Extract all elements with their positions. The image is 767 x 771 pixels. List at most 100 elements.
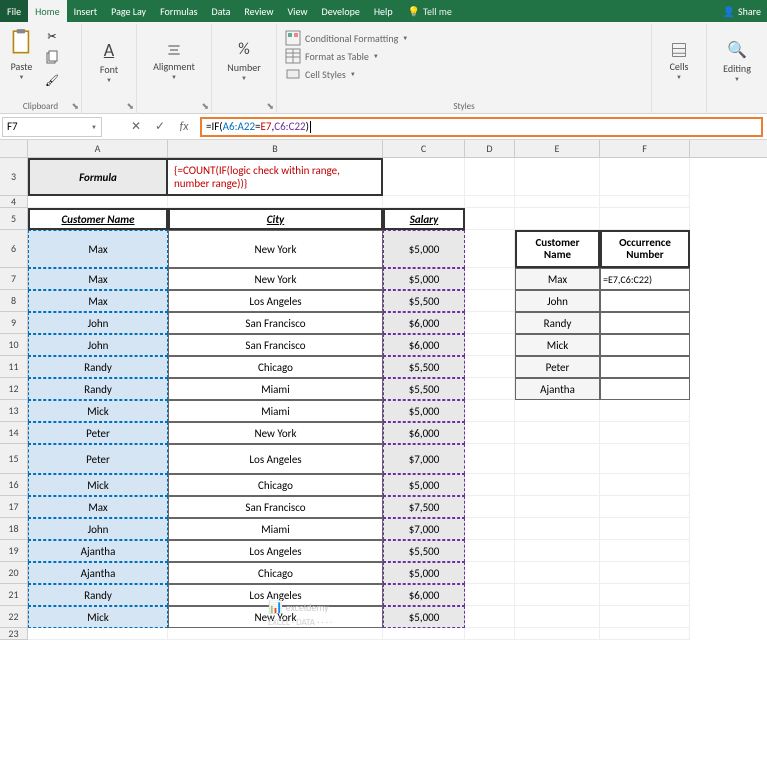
menu-review[interactable]: Review	[237, 0, 280, 22]
format-as-table-button[interactable]: Format as Table ▼	[285, 48, 643, 64]
cell[interactable]: $5,500	[383, 540, 465, 562]
cell-f9[interactable]	[600, 312, 690, 334]
cell-a5[interactable]: Customer Name	[28, 208, 168, 230]
cell-b6[interactable]: New York	[168, 230, 383, 268]
cell-f11[interactable]	[600, 356, 690, 378]
row-header[interactable]: 17	[0, 496, 28, 518]
row-header[interactable]: 5	[0, 208, 28, 230]
menu-developer[interactable]: Develope	[315, 0, 367, 22]
cell[interactable]: Ajantha	[28, 562, 168, 584]
cell[interactable]: San Francisco	[168, 334, 383, 356]
number-button[interactable]: % Number ▼	[216, 26, 272, 96]
fx-button[interactable]: fx	[172, 117, 196, 137]
cell[interactable]	[600, 422, 690, 444]
share-button[interactable]: 👤 Share	[717, 0, 767, 22]
row-header[interactable]: 20	[0, 562, 28, 584]
cell[interactable]: Los Angeles	[168, 540, 383, 562]
cell-f7[interactable]: =E7,C6:C22)	[600, 268, 690, 290]
clipboard-launcher[interactable]: ⬊	[71, 101, 79, 112]
cell-a3[interactable]: Formula	[28, 158, 168, 196]
cell[interactable]	[515, 196, 600, 208]
cell[interactable]: $5,500	[383, 290, 465, 312]
menu-file[interactable]: File	[0, 0, 28, 22]
row-header[interactable]: 8	[0, 290, 28, 312]
cell-e6[interactable]: Customer Name	[515, 230, 600, 268]
cell-f3[interactable]	[600, 158, 690, 196]
number-launcher[interactable]: ⬊	[266, 101, 274, 112]
col-header-f[interactable]: F	[600, 140, 690, 157]
cell[interactable]	[465, 378, 515, 400]
cell[interactable]	[600, 474, 690, 496]
cell-e8[interactable]: John	[515, 290, 600, 312]
cell[interactable]	[465, 562, 515, 584]
cell[interactable]	[465, 268, 515, 290]
menu-formulas[interactable]: Formulas	[153, 0, 204, 22]
row-header[interactable]: 16	[0, 474, 28, 496]
cell[interactable]	[600, 400, 690, 422]
cell[interactable]	[515, 208, 600, 230]
cell[interactable]	[465, 208, 515, 230]
cell-b7[interactable]: New York	[168, 268, 383, 290]
cell[interactable]: Chicago	[168, 356, 383, 378]
cell[interactable]: Mick	[28, 474, 168, 496]
cell[interactable]: Max	[28, 496, 168, 518]
cell[interactable]: Max	[28, 290, 168, 312]
row-header[interactable]: 22	[0, 606, 28, 628]
confirm-formula-button[interactable]: ✓	[148, 117, 172, 137]
cell[interactable]: $5,500	[383, 378, 465, 400]
paste-button[interactable]: Paste ▼	[4, 26, 39, 96]
cell[interactable]	[515, 400, 600, 422]
cell[interactable]: Los Angeles	[168, 444, 383, 474]
cell[interactable]: Randy	[28, 584, 168, 606]
cell[interactable]	[465, 230, 515, 268]
cell-c5[interactable]: Salary	[383, 208, 465, 230]
cell[interactable]	[515, 444, 600, 474]
cell-e12[interactable]: Ajantha	[515, 378, 600, 400]
cell[interactable]	[600, 496, 690, 518]
cell-c3[interactable]	[383, 158, 465, 196]
row-header[interactable]: 12	[0, 378, 28, 400]
cell[interactable]: $5,000	[383, 606, 465, 628]
cell[interactable]	[600, 208, 690, 230]
cell-f12[interactable]	[600, 378, 690, 400]
cell-e10[interactable]: Mick	[515, 334, 600, 356]
cell[interactable]: $5,000	[383, 400, 465, 422]
cell[interactable]	[465, 334, 515, 356]
cell[interactable]	[383, 628, 465, 640]
row-header[interactable]: 18	[0, 518, 28, 540]
copy-button[interactable]	[41, 48, 63, 68]
cell[interactable]	[600, 584, 690, 606]
cell[interactable]	[600, 196, 690, 208]
menu-view[interactable]: View	[281, 0, 315, 22]
cell[interactable]	[465, 196, 515, 208]
cell-e7[interactable]: Max	[515, 268, 600, 290]
alignment-button[interactable]: Alignment ▼	[141, 26, 207, 96]
cell[interactable]: $6,000	[383, 422, 465, 444]
row-header[interactable]: 4	[0, 196, 28, 208]
cell[interactable]: Mick	[28, 400, 168, 422]
cell[interactable]: Chicago	[168, 562, 383, 584]
font-launcher[interactable]: ⬊	[126, 101, 134, 112]
cell[interactable]: New York	[168, 422, 383, 444]
cell-f6[interactable]: Occurrence Number	[600, 230, 690, 268]
cell[interactable]	[600, 606, 690, 628]
cell[interactable]	[465, 496, 515, 518]
cell[interactable]: Peter	[28, 422, 168, 444]
cell[interactable]: Miami	[168, 400, 383, 422]
row-header[interactable]: 21	[0, 584, 28, 606]
cell-b3[interactable]: {=COUNT(IF(logic check within range, num…	[168, 158, 383, 196]
menu-data[interactable]: Data	[205, 0, 238, 22]
row-header[interactable]: 7	[0, 268, 28, 290]
cell[interactable]	[28, 196, 168, 208]
format-painter-button[interactable]: 🖌	[41, 70, 63, 90]
row-header[interactable]: 14	[0, 422, 28, 444]
cell[interactable]: Los Angeles	[168, 290, 383, 312]
cell-a6[interactable]: Max	[28, 230, 168, 268]
cell[interactable]: $7,000	[383, 444, 465, 474]
cell[interactable]	[465, 290, 515, 312]
cell-d3[interactable]	[465, 158, 515, 196]
row-header[interactable]: 6	[0, 230, 28, 268]
cell[interactable]	[600, 628, 690, 640]
cell[interactable]	[465, 606, 515, 628]
row-header[interactable]: 3	[0, 158, 28, 196]
